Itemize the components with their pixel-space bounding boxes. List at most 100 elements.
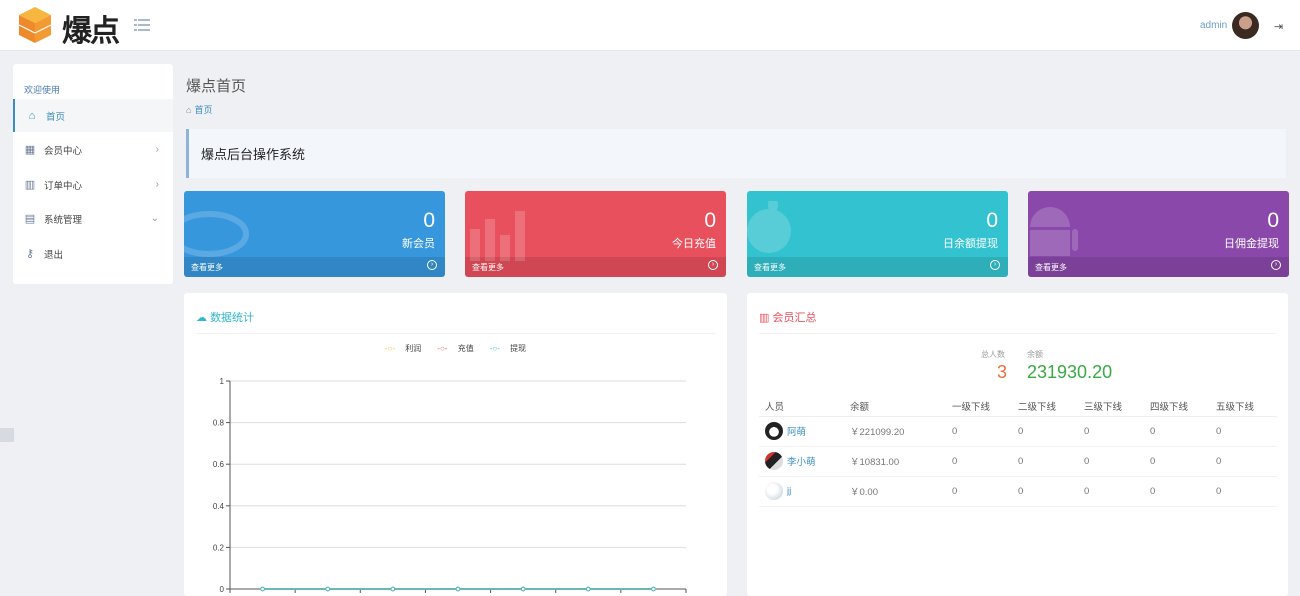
panel-title: ▥ 会员汇总 [759,312,817,324]
balance-cell: ￥221099.20 [844,416,946,447]
member-avatar [765,452,783,470]
y-tick-label: 0.4 [213,502,225,511]
sidebar-welcome: 欢迎使用 [24,85,61,95]
level-cell: 0 [1078,476,1144,507]
view-more-link[interactable]: 查看更多 › [747,257,1008,277]
stat-value: 0 [986,209,998,232]
balance-cell: ￥10831.00 [844,446,946,477]
logo-cube-icon[interactable] [17,6,53,44]
left-edge-handle[interactable] [0,428,14,442]
sidebar-item-label: 首页 [46,111,66,123]
level-cell: 0 [946,476,1012,507]
view-more-link[interactable]: 查看更多 › [1028,257,1289,277]
list-icon[interactable] [134,18,150,32]
stat-card-new-members: 0 新会员 查看更多 › [184,191,445,277]
chevron-right-icon: › [155,144,159,155]
table-row[interactable]: 阿萌 ￥221099.20 0 0 0 0 0 [759,416,1277,447]
column-header: 一级下线 [946,397,1012,417]
column-header: 人员 [759,397,844,417]
level-cell: 0 [1012,416,1078,447]
user-icon [184,211,249,257]
total-members-label: 总人数 [981,350,1005,359]
sidebar-item-label: 系统管理 [44,214,83,226]
bar-chart-icon: ▥ [24,179,36,191]
data-statistics-panel: ☁ 数据统计 -○- 利润 -○- 充值 -○- 提现 0 0.2 0.4 0.6 0.8 1 [184,293,727,596]
level-cell: 0 [1078,416,1144,447]
y-tick-label: 0.8 [213,419,225,428]
arrow-right-circle-icon: › [1271,260,1281,270]
table-header-row: 人员 余额 一级下线 二级下线 三级下线 四级下线 五级下线 [759,397,1277,417]
member-avatar [765,422,783,440]
chevron-right-icon: › [155,179,159,190]
admin-username[interactable]: admin [1200,20,1227,31]
apple-icon [747,201,791,253]
view-more-link[interactable]: 查看更多 › [184,257,445,277]
logout-icon[interactable]: ⇥ [1274,20,1283,33]
stat-label: 日余额提现 [943,238,998,250]
level-cell: 0 [1144,416,1210,447]
level-cell: 0 [1144,476,1210,507]
y-tick-label: 0.6 [213,460,225,469]
home-icon: ⌂ [186,105,192,115]
list-alt-icon: ▤ [24,213,36,225]
sidebar-item-home[interactable]: ⌂ 首页 [13,99,173,132]
data-point [455,586,461,592]
level-cell: 0 [946,416,1012,447]
level-cell: 0 [1144,446,1210,477]
top-navbar: 爆点 admin ⇥ [0,0,1300,51]
data-point [390,586,396,592]
y-tick-label: 1 [220,377,225,386]
sidebar-item-label: 订单中心 [44,180,83,192]
stat-card-commission-withdraw: 0 日佣金提现 查看更多 › [1028,191,1289,277]
breadcrumb: ⌂ 首页 [186,103,212,116]
sidebar-item-label: 会员中心 [44,145,83,157]
balance-cell: ￥0.00 [844,476,946,507]
sidebar-item-logout[interactable]: ⚷ 退出 [13,237,173,270]
level-cell: 0 [946,446,1012,477]
bar-chart-icon [470,211,525,261]
sidebar-item-label: 退出 [44,249,64,261]
column-header: 三级下线 [1078,397,1144,417]
balance-value: 231930.20 [1027,362,1113,382]
data-point [325,586,331,592]
level-cell: 0 [1210,416,1277,447]
breadcrumb-home-link[interactable]: 首页 [194,105,212,115]
level-cell: 0 [1012,446,1078,477]
arrow-right-circle-icon: › [708,260,718,270]
logo-text[interactable]: 爆点 [62,6,120,50]
column-header: 四级下线 [1144,397,1210,417]
data-point [651,586,656,592]
table-icon: ▦ [24,144,36,156]
level-cell: 0 [1210,476,1277,507]
column-header: 二级下线 [1012,397,1078,417]
bar-chart-icon: ▥ [759,312,770,324]
notice-banner: 爆点后台操作系统 [186,129,1286,178]
level-cell: 0 [1078,446,1144,477]
level-cell: 0 [1012,476,1078,507]
table-row[interactable]: 李小萌 ￥10831.00 0 0 0 0 0 [759,446,1277,477]
data-point [585,586,591,592]
sidebar-item-orders[interactable]: ▥ 订单中心 › [13,168,173,201]
view-more-link[interactable]: 查看更多 › [465,257,726,277]
home-icon: ⌂ [28,109,36,122]
y-tick-label: 0 [220,585,225,594]
sidebar-item-members[interactable]: ▦ 会员中心 › [13,133,173,166]
divider [759,333,1276,334]
level-cell: 0 [1210,446,1277,477]
data-point [520,586,526,592]
key-icon: ⚷ [25,248,35,260]
sidebar-item-system[interactable]: ▤ 系统管理 ⌄ [13,202,173,235]
member-name-link[interactable]: 李小萌 [787,457,816,468]
stat-label: 新会员 [402,238,435,250]
table-row[interactable]: jj ￥0.00 0 0 0 0 0 [759,476,1277,507]
balance-label: 余额 [1027,350,1043,359]
stat-value: 0 [1267,209,1279,232]
member-name-link[interactable]: jj [787,486,791,497]
column-header: 余额 [844,397,946,417]
android-icon [1030,207,1078,256]
y-tick-label: 0.2 [213,543,225,552]
admin-avatar[interactable] [1232,12,1259,39]
stat-card-today-recharge: 0 今日充值 查看更多 › [465,191,726,277]
data-point [260,586,265,592]
member-name-link[interactable]: 阿萌 [787,427,806,438]
